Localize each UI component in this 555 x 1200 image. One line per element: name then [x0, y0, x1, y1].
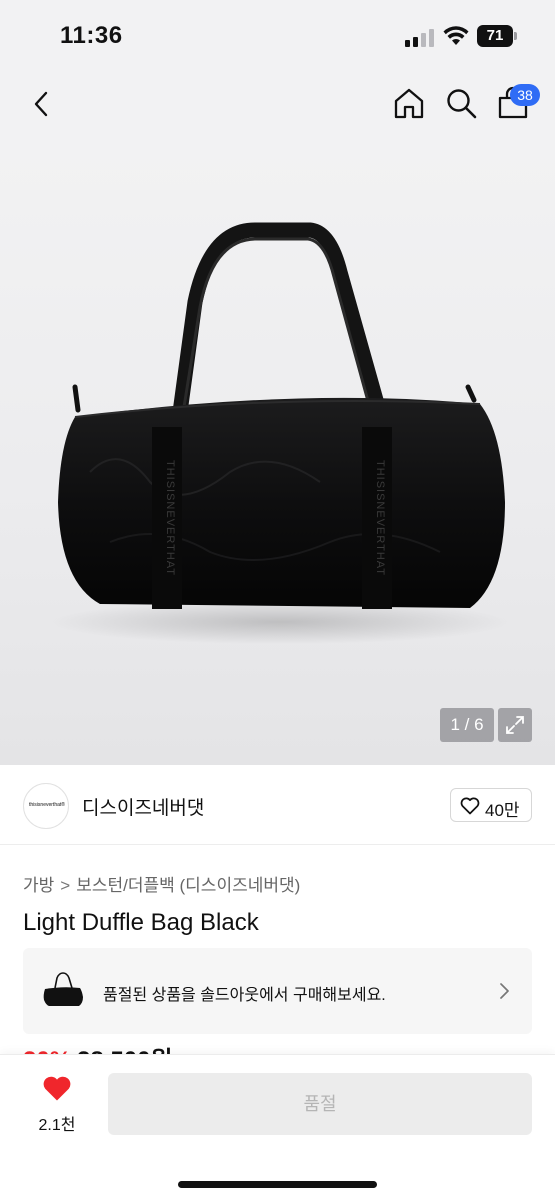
wishlist-count: 2.1천 [38, 1117, 76, 1134]
wishlist-button[interactable]: 2.1천 [28, 1075, 86, 1145]
cellular-signal-icon [405, 29, 435, 47]
expand-button[interactable] [498, 708, 532, 742]
battery-level: 71 [477, 25, 513, 47]
soldout-banner-text: 품절된 상품을 솔드아웃에서 구매해보세요. [103, 987, 386, 1004]
soldout-banner[interactable]: 품절된 상품을 솔드아웃에서 구매해보세요. [23, 948, 532, 1034]
nav-bar [0, 66, 555, 142]
status-bar: 11:36 71 [0, 0, 555, 66]
home-icon[interactable] [392, 86, 426, 120]
chevron-right-icon [500, 983, 509, 999]
brand-logo-text: thisisneverthat® [29, 802, 65, 808]
heart-outline-icon [460, 797, 480, 815]
bottom-action-bar: 2.1천 품절 [0, 1054, 555, 1200]
expand-icon [506, 716, 524, 734]
brand-name[interactable]: 디스이즈네버댓 [82, 793, 204, 820]
breadcrumb-separator: > [60, 876, 71, 895]
image-page-counter: 1 / 6 [440, 708, 494, 742]
search-icon[interactable] [444, 86, 478, 120]
soldout-product-thumbnail [43, 972, 83, 1006]
battery-icon: 71 [477, 25, 517, 47]
brand-like-button[interactable]: 40만 [450, 788, 532, 822]
status-time: 11:36 [60, 22, 123, 49]
brand-like-count: 40만 [485, 801, 520, 820]
wifi-icon [443, 26, 469, 45]
chevron-left-icon[interactable] [26, 88, 58, 120]
home-indicator [178, 1181, 377, 1188]
breadcrumb-item-subcategory[interactable]: 보스턴/더플백 (디스이즈네버댓) [76, 876, 300, 895]
strap-text-left: THISISNEVERTHAT [164, 460, 176, 576]
product-image-gallery[interactable]: THISISNEVERTHAT THISISNEVERTHAT 1 / 6 [0, 142, 555, 765]
brand-row: thisisneverthat® 디스이즈네버댓 40만 [0, 765, 555, 845]
brand-logo[interactable]: thisisneverthat® [23, 783, 69, 829]
product-image: THISISNEVERTHAT THISISNEVERTHAT [50, 222, 510, 644]
strap-text-right: THISISNEVERTHAT [374, 460, 386, 576]
product-title: Light Duffle Bag Black [23, 909, 259, 936]
cart-count-badge: 38 [510, 84, 540, 106]
heart-filled-icon [43, 1076, 71, 1101]
breadcrumb: 가방 > 보스턴/더플백 (디스이즈네버댓) [23, 871, 300, 896]
breadcrumb-item-category[interactable]: 가방 [23, 876, 54, 895]
soldout-purchase-button[interactable]: 품절 [108, 1073, 532, 1135]
